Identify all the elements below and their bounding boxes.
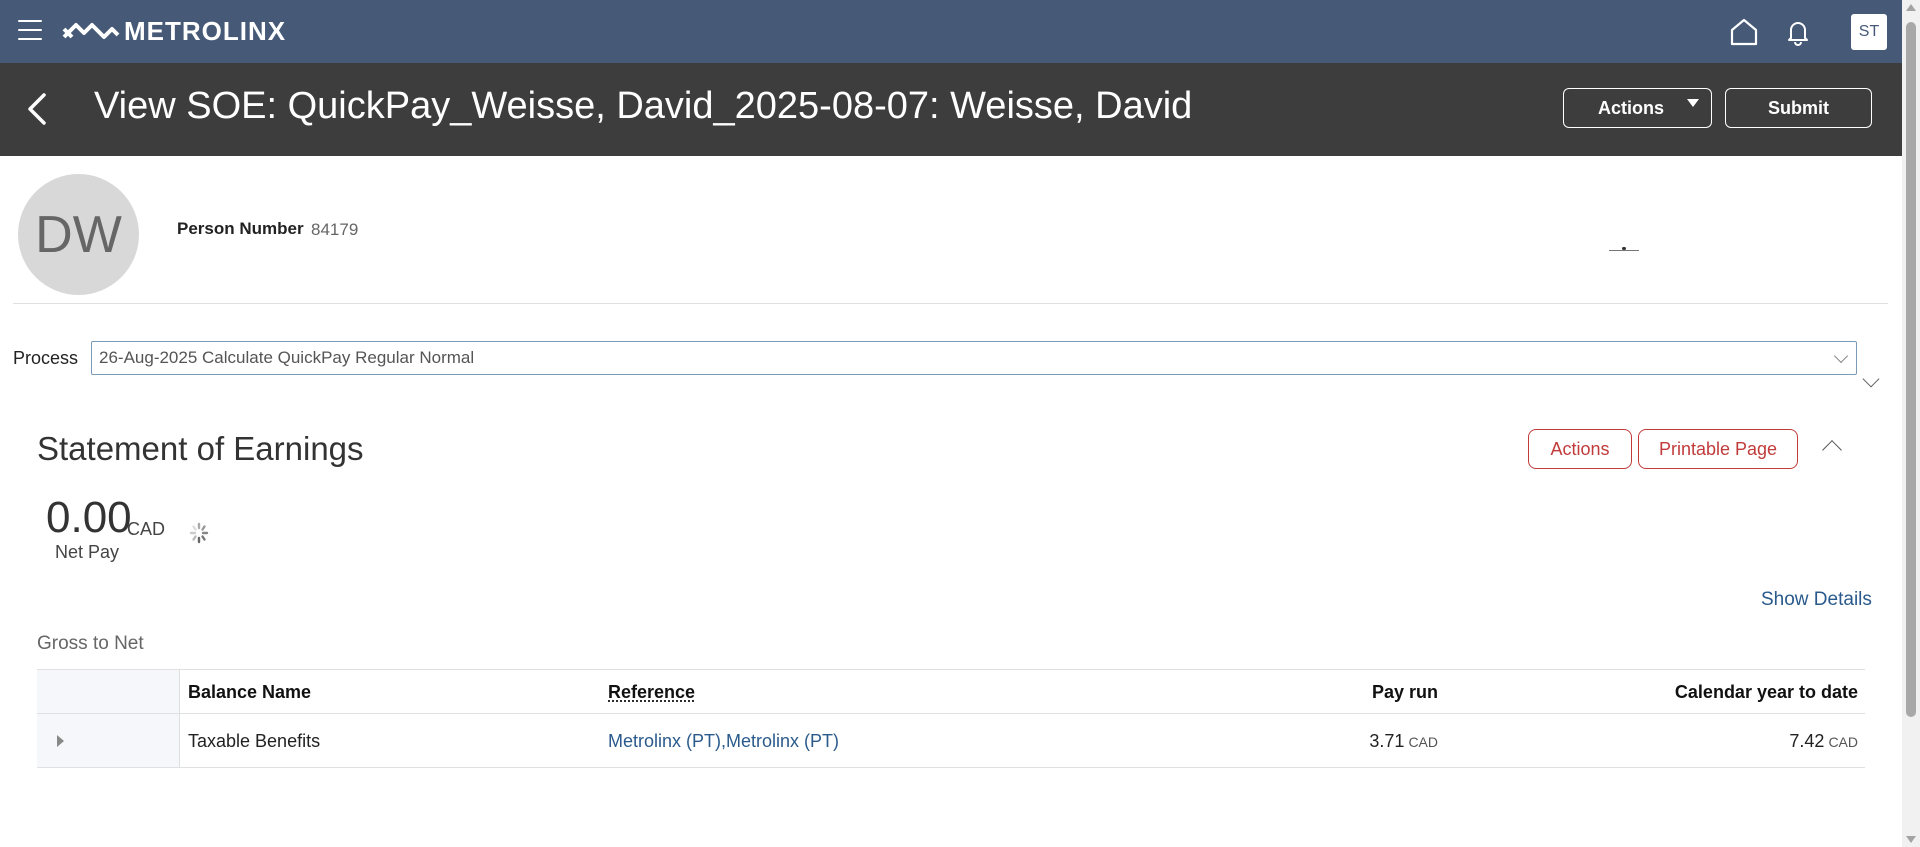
user-avatar[interactable]: ST: [1851, 14, 1887, 50]
scroll-up-arrow-icon[interactable]: [1906, 4, 1916, 11]
printable-page-button[interactable]: Printable Page: [1638, 429, 1798, 469]
balance-name-cell: Taxable Benefits: [188, 731, 321, 751]
actions-menu-label: Actions: [1598, 97, 1665, 118]
submit-button[interactable]: Submit: [1725, 88, 1872, 128]
column-header-reference[interactable]: Reference: [608, 682, 695, 703]
process-select-value: 26-Aug-2025 Calculate QuickPay Regular N…: [99, 348, 475, 367]
expand-column-header: [37, 670, 180, 713]
logo-text: METROLINX: [124, 15, 287, 46]
scrollbar-thumb[interactable]: [1906, 22, 1916, 717]
vertical-scrollbar[interactable]: [1902, 0, 1920, 847]
process-select[interactable]: 26-Aug-2025 Calculate QuickPay Regular N…: [91, 341, 1857, 375]
person-avatar: DW: [18, 174, 139, 295]
table-row[interactable]: Taxable Benefits Metrolinx (PT),Metrolin…: [37, 714, 1865, 768]
expand-chevron-icon[interactable]: [1862, 370, 1880, 388]
notifications-bell-icon[interactable]: [1782, 16, 1814, 48]
loading-spinner-icon: [189, 522, 209, 544]
person-number-value: 84179: [311, 220, 359, 239]
ytd-cell: 7.42 CAD: [1789, 731, 1858, 752]
collapse-chevron-icon[interactable]: [1822, 440, 1842, 460]
net-pay-label: Net Pay: [55, 542, 120, 562]
metrolinx-logo-mark-icon: [62, 23, 120, 39]
ytd-currency: CAD: [1828, 734, 1858, 750]
soe-actions-button[interactable]: Actions: [1528, 429, 1632, 469]
net-pay-currency: CAD: [127, 519, 166, 539]
metrolinx-logo[interactable]: METROLINX: [62, 14, 286, 48]
pay-run-value: 3.71: [1369, 731, 1405, 751]
page-title-bar: View SOE: QuickPay_Weisse, David_2025-08…: [0, 63, 1902, 156]
gross-to-net-table: Balance Name Reference Pay run Calendar …: [37, 669, 1865, 768]
person-number-label: Person Number: [177, 219, 304, 238]
reference-link[interactable]: Metrolinx (PT),Metrolinx (PT): [608, 731, 839, 752]
back-arrow-icon[interactable]: [22, 89, 52, 129]
home-icon[interactable]: [1728, 16, 1760, 48]
pay-run-currency: CAD: [1408, 734, 1438, 750]
menu-icon[interactable]: [18, 20, 42, 42]
page-title: View SOE: QuickPay_Weisse, David_2025-08…: [94, 85, 1193, 127]
show-details-link[interactable]: Show Details: [1761, 589, 1872, 611]
pay-run-cell: 3.71 CAD: [1369, 731, 1438, 752]
actions-menu-button[interactable]: Actions: [1563, 88, 1712, 128]
small-indicator-widget[interactable]: [1609, 245, 1639, 251]
chevron-down-icon: [1833, 348, 1849, 364]
column-header-balance-name[interactable]: Balance Name: [188, 682, 311, 703]
caret-down-icon: [1687, 99, 1699, 107]
column-header-pay-run[interactable]: Pay run: [1372, 682, 1438, 703]
net-pay-amount: 0.00: [46, 493, 132, 542]
top-navigation-bar: METROLINX ST: [0, 0, 1902, 63]
column-header-calendar-ytd[interactable]: Calendar year to date: [1675, 682, 1858, 703]
ytd-value: 7.42: [1789, 731, 1825, 751]
process-label: Process: [13, 348, 79, 368]
statement-of-earnings-title: Statement of Earnings: [37, 430, 364, 467]
table-header-row: Balance Name Reference Pay run Calendar …: [37, 669, 1865, 714]
section-divider: [13, 303, 1888, 304]
gross-to-net-label: Gross to Net: [37, 633, 144, 654]
scroll-down-arrow-icon[interactable]: [1906, 836, 1916, 843]
expand-cell: [37, 714, 180, 767]
expand-row-icon[interactable]: [57, 735, 64, 747]
